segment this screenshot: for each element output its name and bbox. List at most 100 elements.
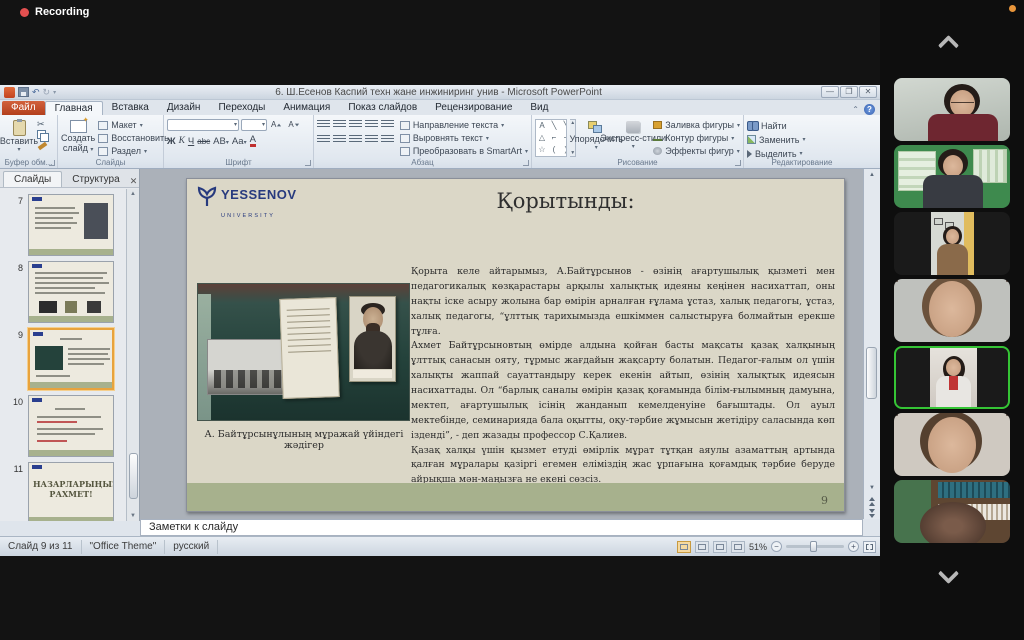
tab-file[interactable]: Файл <box>2 101 45 115</box>
powerpoint-app-icon[interactable] <box>4 87 15 98</box>
replace-button[interactable]: Заменить▾ <box>747 133 857 146</box>
paragraph-dialog-launcher[interactable] <box>523 160 529 166</box>
underline-button[interactable]: Ч <box>188 136 194 147</box>
normal-view-button[interactable] <box>677 541 691 553</box>
shape-effects-button[interactable]: Эффекты фигур▾ <box>653 145 740 157</box>
tab-home[interactable]: Главная <box>45 101 103 115</box>
ribbon-collapse-icon[interactable]: ⌃ <box>852 105 859 114</box>
participant-video-4[interactable] <box>894 279 1010 342</box>
redo-icon[interactable]: ↻ <box>43 87 51 97</box>
participant-video-5-active-speaker[interactable] <box>894 346 1010 409</box>
tab-review[interactable]: Рецензирование <box>426 101 521 115</box>
zoom-slider-thumb[interactable] <box>810 541 817 552</box>
reset-button[interactable]: Восстановить <box>98 132 169 144</box>
panel-tab-slides[interactable]: Слайды <box>3 171 62 187</box>
titlebar[interactable]: ↶ ↻ ▾ 6. Ш.Есенов Каспий техн жане инжин… <box>0 85 880 100</box>
drawing-dialog-launcher[interactable] <box>735 160 741 166</box>
participant-video-7[interactable] <box>894 480 1010 543</box>
editor-scrollbar[interactable]: ▲ ▼ <box>863 169 880 519</box>
slide-thumbnail-7[interactable]: 7 <box>0 194 127 256</box>
new-slide-button[interactable]: Создать слайд ▾ <box>61 117 95 157</box>
cut-icon[interactable]: ✂ <box>37 119 47 129</box>
copy-icon[interactable] <box>37 130 47 140</box>
align-right-icon[interactable] <box>349 135 362 144</box>
fit-to-window-button[interactable] <box>863 541 876 553</box>
layout-button[interactable]: Макет▾ <box>98 119 169 131</box>
zoom-level[interactable]: 51% <box>749 542 767 552</box>
participant-video-6[interactable] <box>894 413 1010 476</box>
font-name-combo[interactable]: ▾ <box>167 119 239 131</box>
grow-font-button[interactable]: А <box>269 119 284 130</box>
slide-thumbnail-10[interactable]: 10 <box>0 395 127 457</box>
museum-photo[interactable] <box>197 283 410 421</box>
slide-sorter-view-button[interactable] <box>695 541 709 553</box>
paste-button[interactable]: Вставить ▾ <box>3 117 35 157</box>
columns-icon[interactable] <box>381 135 394 144</box>
zoom-slider[interactable] <box>786 545 844 548</box>
font-size-combo[interactable]: ▾ <box>241 119 267 131</box>
participant-video-3[interactable] <box>894 212 1010 275</box>
theme-name[interactable]: "Office Theme" <box>82 540 166 554</box>
collapse-videos-button[interactable] <box>941 32 963 54</box>
slide-thumbnail-8[interactable]: 8 <box>0 261 127 323</box>
tab-animations[interactable]: Анимация <box>274 101 339 115</box>
decrease-indent-icon[interactable] <box>349 120 362 129</box>
numbering-icon[interactable] <box>333 120 346 129</box>
reading-view-button[interactable] <box>713 541 727 553</box>
tab-insert[interactable]: Вставка <box>103 101 158 115</box>
participant-video-2[interactable] <box>894 145 1010 208</box>
shape-outline-button[interactable]: Контур фигуры▾ <box>653 132 740 144</box>
align-left-icon[interactable] <box>317 135 330 144</box>
format-painter-icon[interactable] <box>38 142 48 150</box>
next-slide-button[interactable] <box>865 507 880 519</box>
language-indicator[interactable]: русский <box>165 540 218 554</box>
tab-slideshow[interactable]: Показ слайдов <box>339 101 426 115</box>
align-center-icon[interactable] <box>333 135 346 144</box>
quick-styles-button[interactable]: Экспресс-стили ▾ <box>616 117 650 157</box>
scroll-thumb[interactable] <box>866 347 877 399</box>
shrink-font-button[interactable]: А <box>286 119 301 130</box>
clipboard-dialog-launcher[interactable] <box>49 160 55 166</box>
minimize-button[interactable]: — <box>821 86 839 98</box>
tab-design[interactable]: Дизайн <box>158 101 210 115</box>
zoom-out-button[interactable]: − <box>771 541 782 552</box>
photo-caption[interactable]: А. Байтұрсынұлының мұражай үйіндегі жәді… <box>195 429 413 451</box>
increase-indent-icon[interactable] <box>365 120 378 129</box>
previous-slide-button[interactable] <box>865 495 880 507</box>
line-spacing-icon[interactable] <box>381 120 394 129</box>
justify-icon[interactable] <box>365 135 378 144</box>
smartart-button[interactable]: Преобразовать в SmartArt▾ <box>400 145 528 157</box>
shape-fill-button[interactable]: Заливка фигуры▾ <box>653 119 740 131</box>
save-icon[interactable] <box>18 87 29 97</box>
slide-thumbnail-9-selected[interactable]: 9 <box>0 328 127 390</box>
undo-icon[interactable]: ↶ <box>32 87 40 97</box>
restore-button[interactable]: ❐ <box>840 86 858 98</box>
slideshow-view-button[interactable] <box>731 541 745 553</box>
notes-pane[interactable]: Заметки к слайду <box>140 519 863 536</box>
slide-title[interactable]: Қорытынды: <box>347 189 784 213</box>
strikethrough-button[interactable]: abc <box>197 137 210 146</box>
text-direction-button[interactable]: Направление текста▾ <box>400 119 528 131</box>
participant-video-1[interactable] <box>894 78 1010 141</box>
font-color-button[interactable]: А <box>250 135 256 147</box>
slide-thumbnail-11[interactable]: 11 НАЗАРЛАРЫҢЫЗҒА РАХМЕТ! <box>0 462 127 521</box>
panel-scrollbar[interactable]: ▲ ▼ <box>126 189 139 521</box>
close-button[interactable]: ✕ <box>859 86 877 98</box>
font-dialog-launcher[interactable] <box>305 160 311 166</box>
align-text-button[interactable]: Выровнять текст▾ <box>400 132 528 144</box>
panel-tab-outline[interactable]: Структура <box>62 172 129 187</box>
expand-videos-button[interactable] <box>941 566 963 588</box>
tab-transitions[interactable]: Переходы <box>209 101 274 115</box>
help-icon[interactable]: ? <box>864 104 875 115</box>
bullets-icon[interactable] <box>317 120 330 129</box>
tab-view[interactable]: Вид <box>521 101 557 115</box>
slide-canvas[interactable]: YESSENOV UNIVERSITY Қорытынды: А. Байтұр… <box>186 178 845 512</box>
bold-button[interactable]: Ж <box>167 136 176 147</box>
italic-button[interactable]: К <box>179 136 185 146</box>
slide-body-text[interactable]: Қорыта келе айтарымыз, А.Байтұрсынов - ө… <box>411 265 835 488</box>
zoom-in-button[interactable]: + <box>848 541 859 552</box>
change-case-button[interactable]: Аа▾ <box>232 136 247 147</box>
character-spacing-button[interactable]: АВ▾ <box>213 136 229 147</box>
section-button[interactable]: Раздел▾ <box>98 145 169 157</box>
find-button[interactable]: Найти <box>747 119 857 132</box>
